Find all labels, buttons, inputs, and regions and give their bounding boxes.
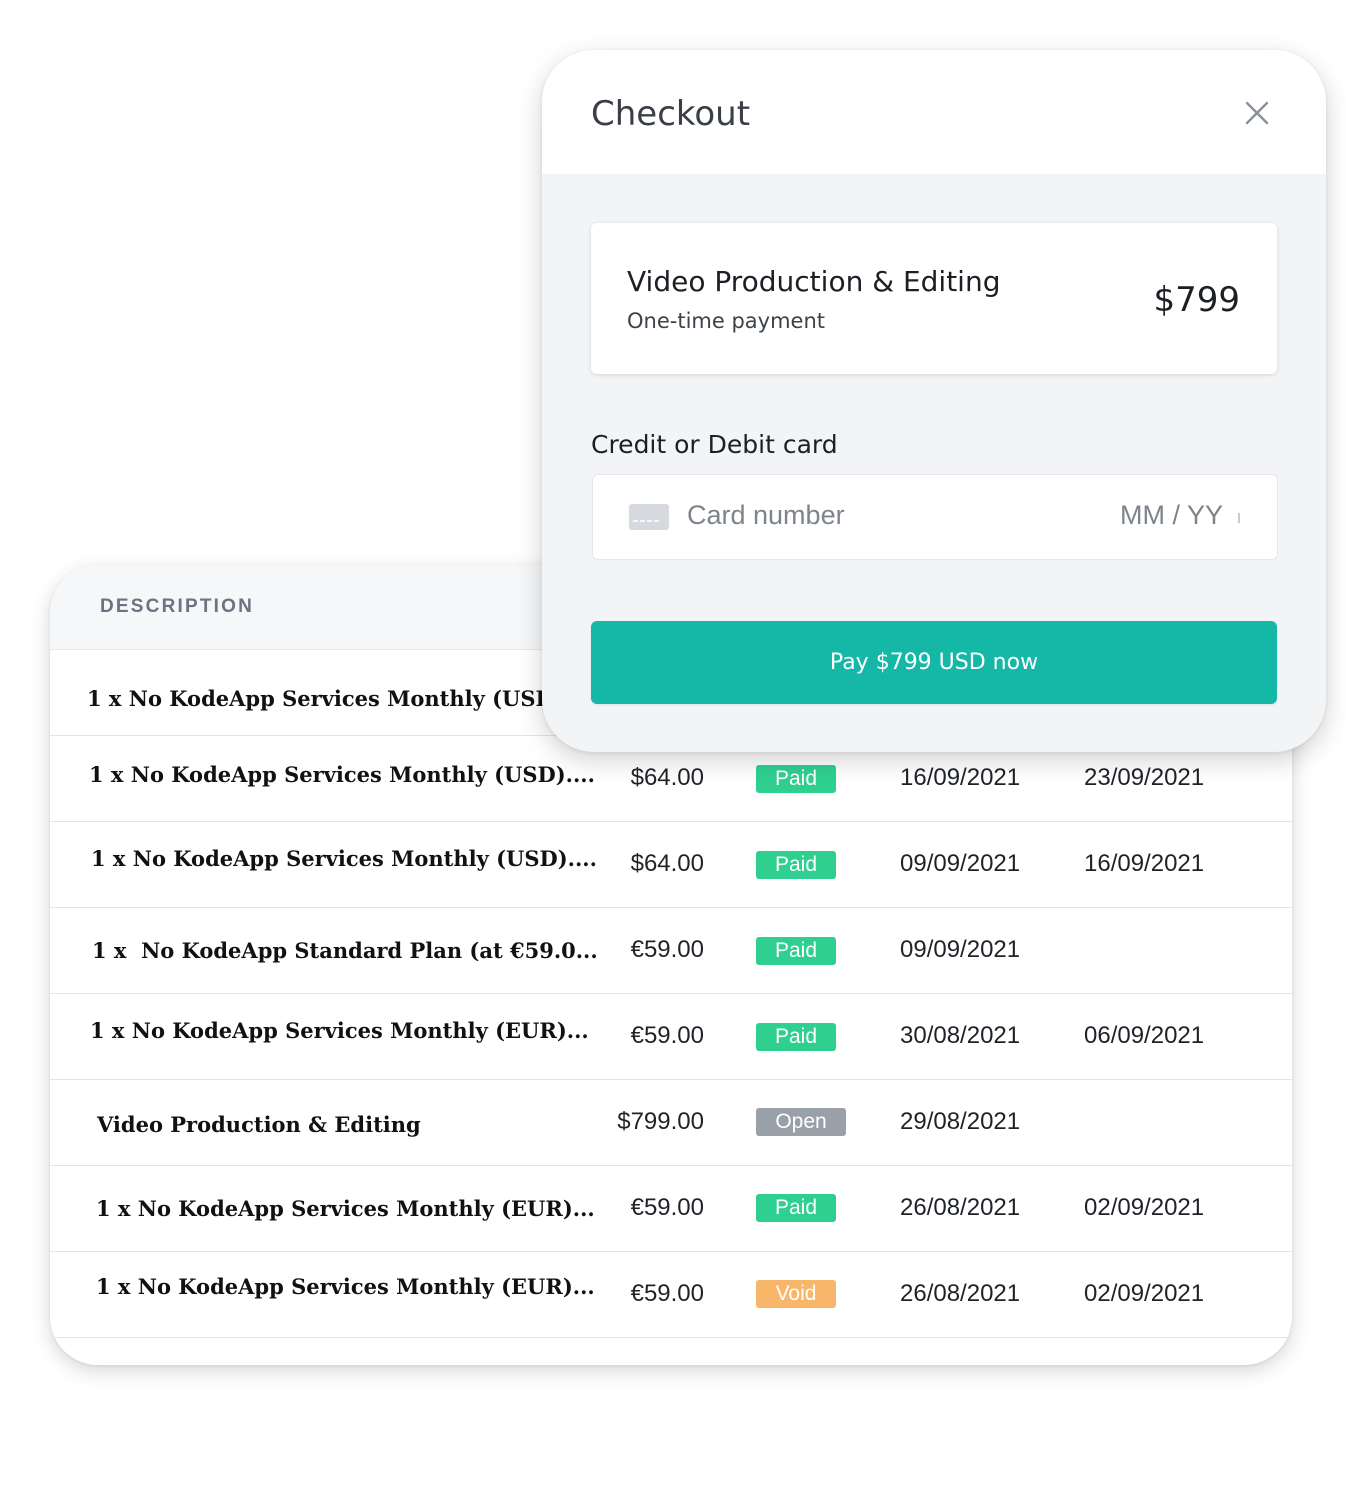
row-date: 30/08/2021 [900, 1022, 1021, 1049]
row-amount: $64.00 [630, 764, 704, 791]
status-badge: Open [756, 1108, 846, 1136]
row-amount: $799.00 [617, 1108, 704, 1135]
row-description: 1 x No KodeApp Services Monthly (USD)...… [89, 762, 595, 787]
row-description: 1 x No KodeApp Standard Plan (at €59.0..… [92, 938, 598, 963]
row-date: 09/09/2021 [900, 936, 1021, 963]
card-number-input[interactable]: Card number [687, 500, 845, 531]
product-summary: Video Production & Editing One-time paym… [591, 223, 1277, 374]
status-badge: Paid [756, 1023, 836, 1051]
row-amount: $64.00 [630, 850, 704, 877]
modal-header: Checkout [542, 50, 1326, 174]
card-section-label: Credit or Debit card [591, 430, 838, 459]
stage: DESCRIPTION 1 x No KodeApp Services Mont… [0, 0, 1346, 1504]
product-price: $799 [1153, 280, 1240, 320]
row-due-date: 02/09/2021 [1084, 1280, 1205, 1307]
row-amount: €59.00 [630, 936, 704, 963]
row-description: 1 x No KodeApp Services Monthly (USD)...… [87, 686, 593, 711]
close-button[interactable] [1242, 98, 1272, 128]
row-date: 29/08/2021 [900, 1108, 1021, 1135]
row-due-date: 16/09/2021 [1084, 850, 1205, 877]
product-name: Video Production & Editing [627, 265, 1001, 298]
row-description: 1 x No KodeApp Services Monthly (EUR)... [90, 1018, 589, 1043]
row-due-date: 23/09/2021 [1084, 764, 1205, 791]
row-amount: €59.00 [630, 1194, 704, 1221]
row-due-date: 02/09/2021 [1084, 1194, 1205, 1221]
row-description: 1 x No KodeApp Services Monthly (EUR)... [96, 1196, 595, 1221]
close-icon[interactable] [1242, 98, 1272, 128]
row-description: Video Production & Editing [97, 1112, 421, 1137]
payment-type: One-time payment [627, 309, 826, 333]
modal-title: Checkout [591, 94, 751, 134]
status-badge: Paid [756, 1194, 836, 1222]
row-date: 26/08/2021 [900, 1194, 1021, 1221]
row-date: 26/08/2021 [900, 1280, 1021, 1307]
row-date: 16/09/2021 [900, 764, 1021, 791]
row-amount: €59.00 [630, 1022, 704, 1049]
status-badge: Void [756, 1280, 836, 1308]
row-date: 09/09/2021 [900, 850, 1021, 877]
table-row[interactable]: 1 x No KodeApp Services Monthly (EUR)...… [50, 1165, 1292, 1252]
row-description: 1 x No KodeApp Services Monthly (USD)...… [91, 846, 597, 871]
cvc-field-edge[interactable] [1238, 513, 1240, 523]
table-row[interactable]: Video Production & Editing $799.00 Open … [50, 1079, 1292, 1166]
row-amount: €59.00 [630, 1280, 704, 1307]
table-row[interactable]: 1 x No KodeApp Services Monthly (USD)...… [50, 821, 1292, 908]
checkout-modal: Checkout Video Production & Editing One-… [542, 50, 1326, 752]
table-row[interactable]: 1 x No KodeApp Services Monthly (EUR)...… [50, 1251, 1292, 1338]
card-input-field[interactable]: Card number MM / YY [592, 474, 1278, 560]
status-badge: Paid [756, 765, 836, 793]
column-header-description: DESCRIPTION [100, 596, 255, 617]
pay-button[interactable]: Pay $799 USD now [591, 621, 1277, 704]
credit-card-icon [629, 504, 669, 530]
table-row[interactable]: 1 x No KodeApp Services Monthly (EUR)...… [50, 993, 1292, 1080]
card-expiry-input[interactable]: MM / YY [1120, 500, 1223, 531]
table-row[interactable]: 1 x No KodeApp Standard Plan (at €59.0..… [50, 907, 1292, 994]
row-due-date: 06/09/2021 [1084, 1022, 1205, 1049]
status-badge: Paid [756, 937, 836, 965]
status-badge: Paid [756, 851, 836, 879]
row-description: 1 x No KodeApp Services Monthly (EUR)... [96, 1274, 595, 1299]
